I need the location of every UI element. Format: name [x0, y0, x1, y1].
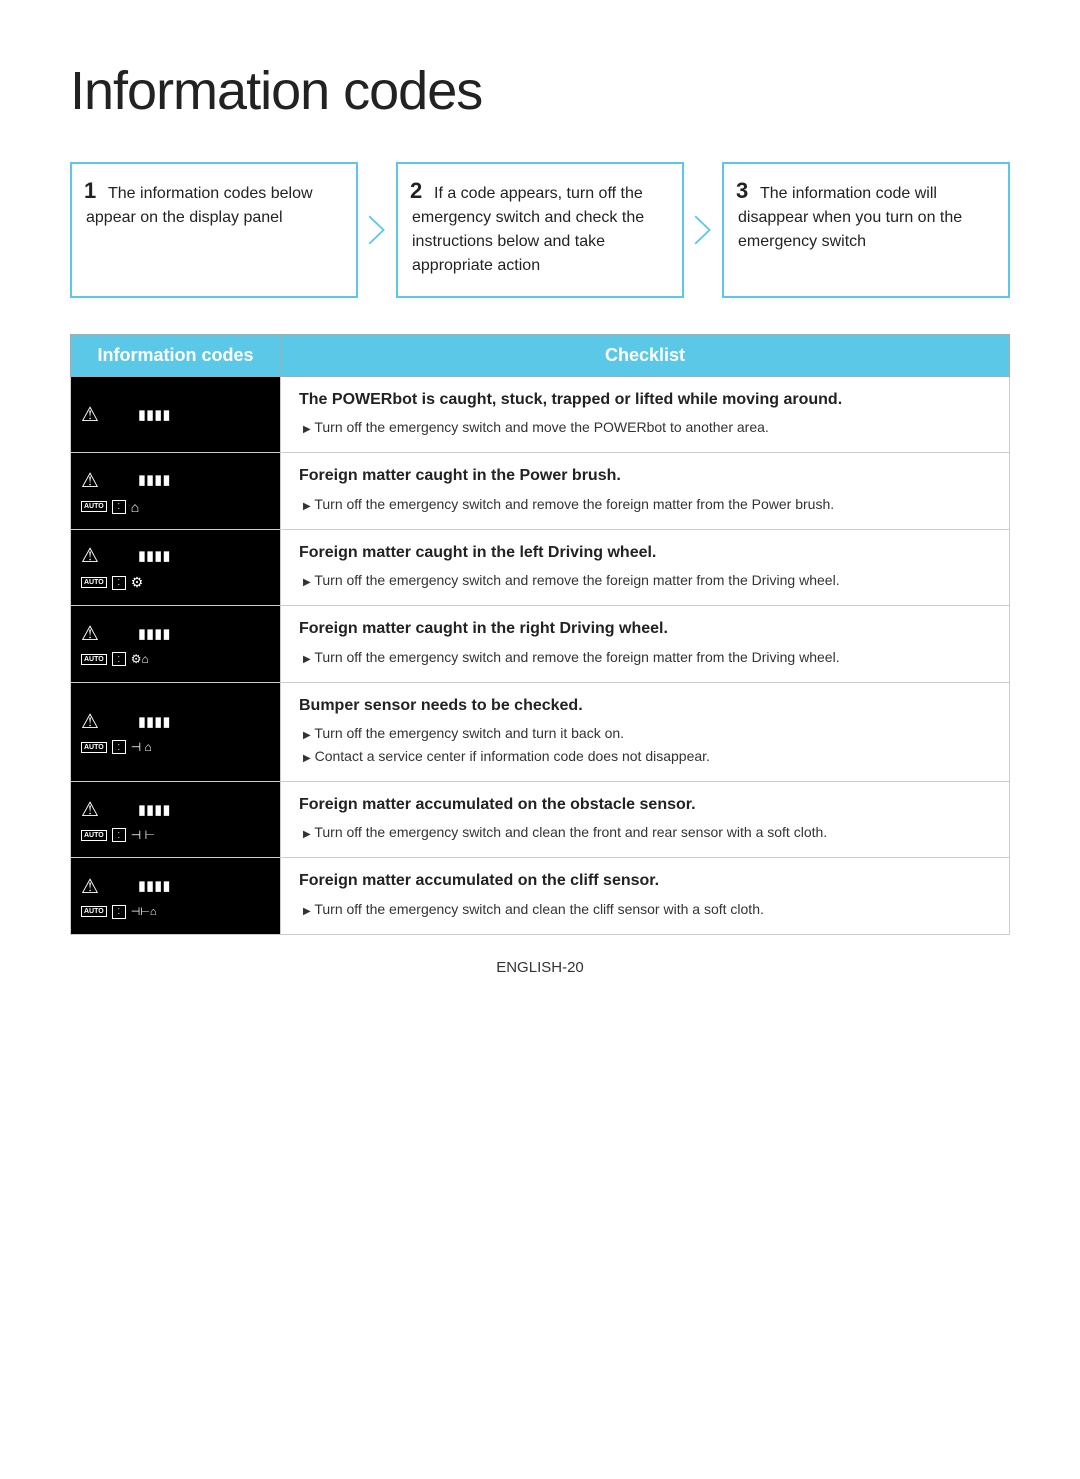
checklist-cell: The POWERbot is caught, stuck, trapped o…: [281, 377, 1010, 453]
checklist-heading: Bumper sensor needs to be checked.: [299, 695, 991, 717]
step-3: 3 The information code will disappear wh…: [722, 162, 1010, 298]
step-3-text: The information code will disappear when…: [738, 181, 962, 250]
checklist-bullet: ▶ Turn off the emergency switch and clea…: [299, 899, 991, 920]
checklist-heading: Foreign matter caught in the left Drivin…: [299, 542, 991, 564]
checklist-heading: Foreign matter caught in the Power brush…: [299, 465, 991, 487]
checklist-heading: Foreign matter accumulated on the cliff …: [299, 870, 991, 892]
step-1: 1 The information codes below appear on …: [70, 162, 358, 298]
col-header-codes: Information codes: [71, 335, 281, 377]
checklist-bullet: ▶ Turn off the emergency switch and turn…: [299, 723, 991, 744]
step-1-text: The information codes below appear on th…: [86, 181, 313, 226]
table-row: ⚠▮▮▮▮AUTO⁚⊣ ⊢ Foreign matter accumulated …: [71, 781, 1010, 857]
step-1-num: 1: [84, 178, 96, 204]
checklist-heading: The POWERbot is caught, stuck, trapped o…: [299, 389, 991, 411]
table-row: ⚠▮▮▮▮AUTO⁚⊣⊢⌂ Foreign matter accumulated …: [71, 858, 1010, 934]
step-3-num: 3: [736, 178, 748, 204]
step-2: 2 If a code appears, turn off the emerge…: [396, 162, 684, 298]
checklist-heading: Foreign matter caught in the right Drivi…: [299, 618, 991, 640]
table-row: ⚠▮▮▮▮AUTO⁚⚙ Foreign matter caught in the …: [71, 529, 1010, 605]
checklist-cell: Foreign matter caught in the left Drivin…: [281, 529, 1010, 605]
table-row: ⚠▮▮▮▮ The POWERbot is caught, stuck, trap…: [71, 377, 1010, 453]
checklist-heading: Foreign matter accumulated on the obstac…: [299, 794, 991, 816]
checklist-bullet: ▶ Turn off the emergency switch and remo…: [299, 494, 991, 515]
checklist-cell: Foreign matter accumulated on the obstac…: [281, 781, 1010, 857]
checklist-bullet: ▶ Turn off the emergency switch and remo…: [299, 570, 991, 591]
checklist-cell: Foreign matter caught in the right Drivi…: [281, 606, 1010, 682]
step-2-text: If a code appears, turn off the emergenc…: [412, 181, 644, 274]
code-cell: ⚠▮▮▮▮AUTO⁚⊣⊢⌂: [71, 858, 281, 934]
checklist-cell: Bumper sensor needs to be checked. ▶ Turn…: [281, 682, 1010, 781]
table-row: ⚠▮▮▮▮AUTO⁚⌂ Foreign matter caught in the …: [71, 453, 1010, 529]
table-row: ⚠▮▮▮▮AUTO⁚⚙⌂ Foreign matter caught in the…: [71, 606, 1010, 682]
checklist-bullet: ▶ Contact a service center if informatio…: [299, 746, 991, 767]
checklist-cell: Foreign matter caught in the Power brush…: [281, 453, 1010, 529]
step-arrow-1: [358, 162, 396, 298]
checklist-bullet: ▶ Turn off the emergency switch and remo…: [299, 647, 991, 668]
checklist-bullet: ▶ Turn off the emergency switch and move…: [299, 417, 991, 438]
code-cell: ⚠▮▮▮▮AUTO⁚⊣ ⊢: [71, 781, 281, 857]
code-cell: ⚠▮▮▮▮AUTO⁚⚙: [71, 529, 281, 605]
step-arrow-2: [684, 162, 722, 298]
code-cell: ⚠▮▮▮▮AUTO⁚⚙⌂: [71, 606, 281, 682]
steps-row: 1 The information codes below appear on …: [70, 162, 1010, 298]
code-cell: ⚠▮▮▮▮AUTO⁚⊣ ⌂: [71, 682, 281, 781]
code-cell: ⚠▮▮▮▮: [71, 377, 281, 453]
footer-text: ENGLISH-20: [70, 959, 1010, 976]
table-row: ⚠▮▮▮▮AUTO⁚⊣ ⌂Bumper sensor needs to be c…: [71, 682, 1010, 781]
col-header-checklist: Checklist: [281, 335, 1010, 377]
info-table: Information codes Checklist ⚠▮▮▮▮ The POW…: [70, 334, 1010, 935]
checklist-bullet: ▶ Turn off the emergency switch and clea…: [299, 822, 991, 843]
checklist-cell: Foreign matter accumulated on the cliff …: [281, 858, 1010, 934]
page-title: Information codes: [70, 60, 1010, 122]
code-cell: ⚠▮▮▮▮AUTO⁚⌂: [71, 453, 281, 529]
step-2-num: 2: [410, 178, 422, 204]
